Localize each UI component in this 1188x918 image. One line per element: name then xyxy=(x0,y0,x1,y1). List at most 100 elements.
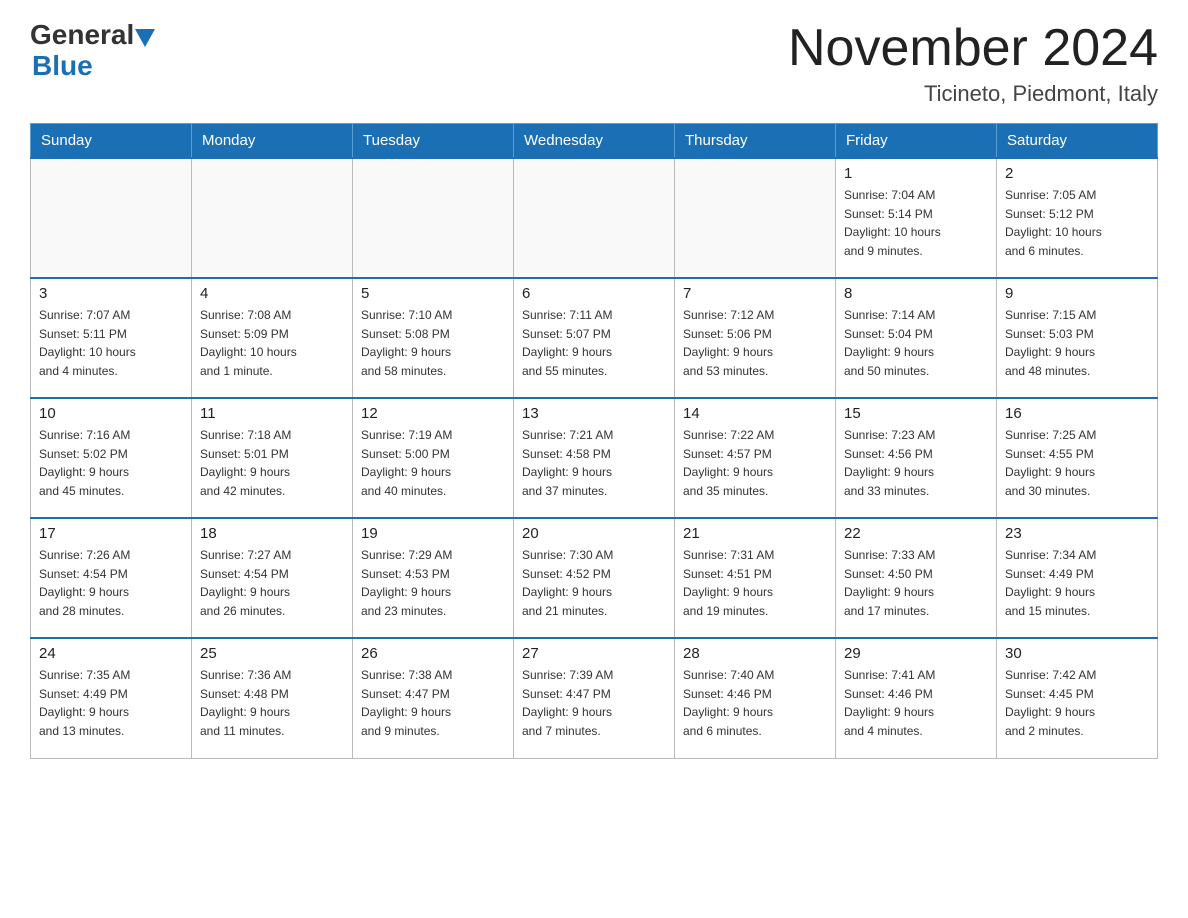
day-number: 13 xyxy=(522,405,666,422)
day-info: Sunrise: 7:33 AM Sunset: 4:50 PM Dayligh… xyxy=(844,546,988,620)
calendar-cell: 23Sunrise: 7:34 AM Sunset: 4:49 PM Dayli… xyxy=(997,518,1158,638)
calendar-cell: 24Sunrise: 7:35 AM Sunset: 4:49 PM Dayli… xyxy=(31,638,192,758)
calendar-cell: 8 Sunrise: 7:14 AM Sunset: 5:04 PM Daylig… xyxy=(836,278,997,398)
day-number: 9 xyxy=(1005,285,1149,302)
week-row-2: 3Sunrise: 7:07 AM Sunset: 5:11 PM Daylig… xyxy=(31,278,1158,398)
day-number: 26 xyxy=(361,645,505,662)
day-info: Sunrise: 7:36 AM Sunset: 4:48 PM Dayligh… xyxy=(200,666,344,740)
day-number: 16 xyxy=(1005,405,1149,422)
main-title: November 2024 xyxy=(788,20,1158,77)
logo-blue: Blue xyxy=(32,50,93,81)
day-number: 30 xyxy=(1005,645,1149,662)
calendar-cell: 25 Sunrise: 7:36 AM Sunset: 4:48 PM Dayli… xyxy=(192,638,353,758)
calendar-cell: 2Sunrise: 7:05 AM Sunset: 5:12 PM Daylig… xyxy=(997,158,1158,278)
calendar-cell: 26 Sunrise: 7:38 AM Sunset: 4:47 PM Dayli… xyxy=(353,638,514,758)
column-header-sunday: Sunday xyxy=(31,124,192,159)
calendar-cell: 14Sunrise: 7:22 AM Sunset: 4:57 PM Dayli… xyxy=(675,398,836,518)
calendar-cell: 19 Sunrise: 7:29 AM Sunset: 4:53 PM Dayli… xyxy=(353,518,514,638)
calendar-cell: 12 Sunrise: 7:19 AM Sunset: 5:00 PM Dayli… xyxy=(353,398,514,518)
calendar-cell xyxy=(31,158,192,278)
calendar-cell: 10 Sunrise: 7:16 AM Sunset: 5:02 PM Dayli… xyxy=(31,398,192,518)
day-info: Sunrise: 7:25 AM Sunset: 4:55 PM Dayligh… xyxy=(1005,426,1149,500)
day-number: 27 xyxy=(522,645,666,662)
day-info: Sunrise: 7:29 AM Sunset: 4:53 PM Dayligh… xyxy=(361,546,505,620)
day-info: Sunrise: 7:10 AM Sunset: 5:08 PM Dayligh… xyxy=(361,306,505,380)
page: General Blue November 2024 Ticineto, Pie… xyxy=(0,0,1188,779)
day-number: 25 xyxy=(200,645,344,662)
column-header-tuesday: Tuesday xyxy=(353,124,514,159)
calendar: SundayMondayTuesdayWednesdayThursdayFrid… xyxy=(30,123,1158,759)
column-header-saturday: Saturday xyxy=(997,124,1158,159)
calendar-cell: 3Sunrise: 7:07 AM Sunset: 5:11 PM Daylig… xyxy=(31,278,192,398)
calendar-cell xyxy=(675,158,836,278)
day-number: 22 xyxy=(844,525,988,542)
calendar-cell: 7 Sunrise: 7:12 AM Sunset: 5:06 PM Daylig… xyxy=(675,278,836,398)
calendar-cell xyxy=(353,158,514,278)
title-block: November 2024 Ticineto, Piedmont, Italy xyxy=(788,20,1158,107)
calendar-cell: 20Sunrise: 7:30 AM Sunset: 4:52 PM Dayli… xyxy=(514,518,675,638)
week-row-1: 1Sunrise: 7:04 AM Sunset: 5:14 PM Daylig… xyxy=(31,158,1158,278)
calendar-cell: 6 Sunrise: 7:11 AM Sunset: 5:07 PM Daylig… xyxy=(514,278,675,398)
day-info: Sunrise: 7:27 AM Sunset: 4:54 PM Dayligh… xyxy=(200,546,344,620)
calendar-cell: 16 Sunrise: 7:25 AM Sunset: 4:55 PM Dayli… xyxy=(997,398,1158,518)
subtitle: Ticineto, Piedmont, Italy xyxy=(788,81,1158,107)
calendar-cell: 30 Sunrise: 7:42 AM Sunset: 4:45 PM Dayli… xyxy=(997,638,1158,758)
day-info: Sunrise: 7:23 AM Sunset: 4:56 PM Dayligh… xyxy=(844,426,988,500)
day-number: 8 xyxy=(844,285,988,302)
day-number: 5 xyxy=(361,285,505,302)
day-info: Sunrise: 7:40 AM Sunset: 4:46 PM Dayligh… xyxy=(683,666,827,740)
day-info: Sunrise: 7:12 AM Sunset: 5:06 PM Dayligh… xyxy=(683,306,827,380)
day-number: 18 xyxy=(200,525,344,542)
calendar-cell xyxy=(192,158,353,278)
day-info: Sunrise: 7:08 AM Sunset: 5:09 PM Dayligh… xyxy=(200,306,344,380)
week-row-3: 10 Sunrise: 7:16 AM Sunset: 5:02 PM Dayli… xyxy=(31,398,1158,518)
calendar-cell: 5 Sunrise: 7:10 AM Sunset: 5:08 PM Daylig… xyxy=(353,278,514,398)
column-header-friday: Friday xyxy=(836,124,997,159)
day-number: 11 xyxy=(200,405,344,422)
day-number: 10 xyxy=(39,405,183,422)
calendar-cell: 29 Sunrise: 7:41 AM Sunset: 4:46 PM Dayli… xyxy=(836,638,997,758)
header: General Blue November 2024 Ticineto, Pie… xyxy=(30,20,1158,107)
week-row-4: 17Sunrise: 7:26 AM Sunset: 4:54 PM Dayli… xyxy=(31,518,1158,638)
calendar-header-row: SundayMondayTuesdayWednesdayThursdayFrid… xyxy=(31,124,1158,159)
calendar-cell: 1Sunrise: 7:04 AM Sunset: 5:14 PM Daylig… xyxy=(836,158,997,278)
day-number: 19 xyxy=(361,525,505,542)
day-info: Sunrise: 7:21 AM Sunset: 4:58 PM Dayligh… xyxy=(522,426,666,500)
day-number: 28 xyxy=(683,645,827,662)
calendar-cell: 4 Sunrise: 7:08 AM Sunset: 5:09 PM Daylig… xyxy=(192,278,353,398)
day-info: Sunrise: 7:34 AM Sunset: 4:49 PM Dayligh… xyxy=(1005,546,1149,620)
day-info: Sunrise: 7:41 AM Sunset: 4:46 PM Dayligh… xyxy=(844,666,988,740)
day-number: 17 xyxy=(39,525,183,542)
day-number: 21 xyxy=(683,525,827,542)
calendar-cell: 9Sunrise: 7:15 AM Sunset: 5:03 PM Daylig… xyxy=(997,278,1158,398)
day-number: 6 xyxy=(522,285,666,302)
day-info: Sunrise: 7:11 AM Sunset: 5:07 PM Dayligh… xyxy=(522,306,666,380)
day-number: 12 xyxy=(361,405,505,422)
day-number: 15 xyxy=(844,405,988,422)
day-number: 4 xyxy=(200,285,344,302)
day-info: Sunrise: 7:19 AM Sunset: 5:00 PM Dayligh… xyxy=(361,426,505,500)
calendar-cell: 13 Sunrise: 7:21 AM Sunset: 4:58 PM Dayli… xyxy=(514,398,675,518)
calendar-cell: 18 Sunrise: 7:27 AM Sunset: 4:54 PM Dayli… xyxy=(192,518,353,638)
logo-general: General xyxy=(30,19,134,50)
day-number: 20 xyxy=(522,525,666,542)
calendar-cell: 21Sunrise: 7:31 AM Sunset: 4:51 PM Dayli… xyxy=(675,518,836,638)
day-info: Sunrise: 7:05 AM Sunset: 5:12 PM Dayligh… xyxy=(1005,186,1149,260)
logo: General Blue xyxy=(30,20,155,82)
day-info: Sunrise: 7:14 AM Sunset: 5:04 PM Dayligh… xyxy=(844,306,988,380)
column-header-wednesday: Wednesday xyxy=(514,124,675,159)
day-number: 29 xyxy=(844,645,988,662)
calendar-cell: 22 Sunrise: 7:33 AM Sunset: 4:50 PM Dayli… xyxy=(836,518,997,638)
day-number: 14 xyxy=(683,405,827,422)
day-number: 7 xyxy=(683,285,827,302)
column-header-monday: Monday xyxy=(192,124,353,159)
day-number: 3 xyxy=(39,285,183,302)
day-info: Sunrise: 7:04 AM Sunset: 5:14 PM Dayligh… xyxy=(844,186,988,260)
calendar-cell: 17Sunrise: 7:26 AM Sunset: 4:54 PM Dayli… xyxy=(31,518,192,638)
day-info: Sunrise: 7:42 AM Sunset: 4:45 PM Dayligh… xyxy=(1005,666,1149,740)
day-info: Sunrise: 7:16 AM Sunset: 5:02 PM Dayligh… xyxy=(39,426,183,500)
calendar-cell xyxy=(514,158,675,278)
day-info: Sunrise: 7:38 AM Sunset: 4:47 PM Dayligh… xyxy=(361,666,505,740)
calendar-cell: 15 Sunrise: 7:23 AM Sunset: 4:56 PM Dayli… xyxy=(836,398,997,518)
week-row-5: 24Sunrise: 7:35 AM Sunset: 4:49 PM Dayli… xyxy=(31,638,1158,758)
